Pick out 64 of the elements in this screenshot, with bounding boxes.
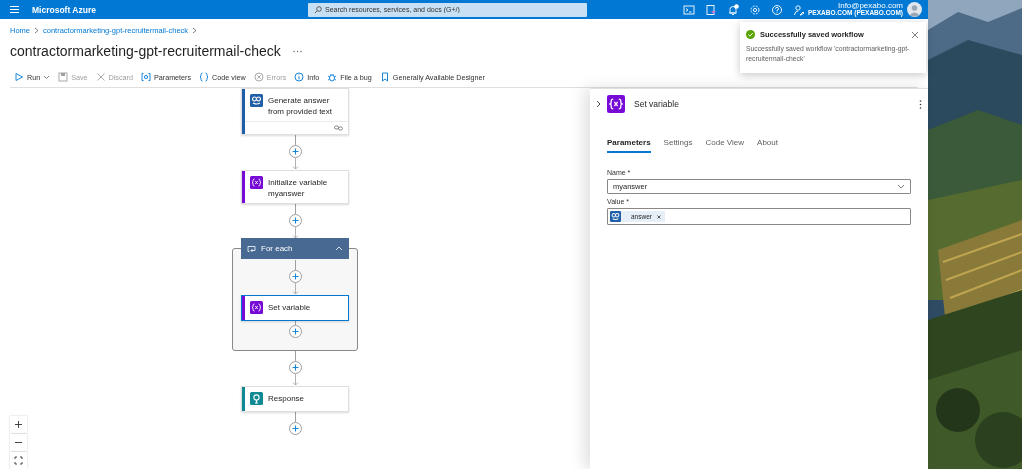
save-icon	[58, 72, 69, 82]
variable-icon	[250, 176, 263, 189]
tab[interactable]: About	[757, 134, 778, 153]
tab[interactable]: Parameters	[607, 134, 651, 153]
braces-icon	[199, 72, 210, 82]
terminal-icon[interactable]	[683, 3, 695, 16]
variable-icon	[607, 95, 625, 113]
close-icon[interactable]	[911, 30, 919, 39]
action-title: Generate answer from provided text	[268, 95, 334, 117]
action-title: Set variable	[268, 302, 311, 313]
tab[interactable]: Settings	[663, 134, 693, 153]
more-icon[interactable]	[292, 49, 302, 53]
info-icon	[294, 72, 305, 82]
arrow-down-icon	[291, 227, 299, 239]
fit-view-icon	[14, 456, 23, 465]
bug-icon	[327, 72, 338, 82]
brand-name[interactable]: Microsoft Azure	[32, 4, 308, 15]
add-step-icon[interactable]	[288, 145, 302, 158]
arrow-down-icon	[291, 158, 299, 170]
help-icon[interactable]	[771, 3, 783, 16]
arrow-down-icon	[291, 374, 299, 386]
play-icon	[14, 72, 24, 82]
brackets-icon	[140, 72, 151, 82]
loop-header[interactable]: For each	[241, 238, 349, 259]
page-title: contractormarketing-gpt-recruitermail-check	[10, 43, 281, 59]
menu-icon[interactable]	[9, 5, 20, 14]
chevron-right-icon[interactable]	[596, 100, 601, 108]
bell-icon[interactable]	[727, 3, 739, 16]
action-title: Response	[268, 393, 305, 404]
add-step-icon[interactable]	[288, 361, 302, 374]
zoom-in-icon	[14, 420, 23, 429]
action-card[interactable]: Set variable	[241, 295, 349, 321]
close-icon	[95, 72, 106, 82]
caret-icon	[43, 74, 51, 80]
arrow-down-icon	[291, 283, 299, 295]
bookmark-icon	[379, 72, 390, 82]
account-email[interactable]: Info@pexabo.com	[808, 1, 903, 11]
variable-icon	[250, 301, 263, 314]
feedback-icon[interactable]	[793, 3, 805, 16]
zoom-out-button[interactable]	[10, 434, 27, 451]
chevron-right-icon	[34, 26, 39, 34]
add-step-icon[interactable]	[288, 214, 302, 227]
chevron-right-icon	[192, 26, 198, 34]
avatar-icon[interactable]	[907, 2, 922, 17]
more-icon[interactable]	[919, 99, 922, 109]
chevron-down-icon	[897, 184, 905, 189]
action-title: Initialize variable myanswer	[268, 177, 329, 199]
zoom-in-button[interactable]	[10, 416, 27, 433]
settings-icon[interactable]	[749, 3, 761, 16]
panel-title: Set variable	[634, 99, 680, 109]
close-icon[interactable]	[656, 214, 661, 219]
action-card[interactable]: Initialize variable myanswer	[241, 170, 349, 204]
chevron-icon[interactable]	[335, 246, 343, 251]
success-icon	[746, 30, 755, 39]
tab[interactable]: Code View	[705, 134, 745, 153]
add-step-icon[interactable]	[288, 422, 302, 435]
add-step-icon[interactable]	[288, 270, 302, 283]
add-step-icon[interactable]	[288, 325, 302, 338]
action-card[interactable]: Response	[241, 386, 349, 412]
response-icon	[250, 392, 263, 405]
action-card[interactable]: Generate answer from provided text	[241, 88, 349, 135]
loop-icon	[247, 244, 256, 253]
search-icon	[314, 5, 322, 14]
error-icon	[253, 72, 264, 82]
